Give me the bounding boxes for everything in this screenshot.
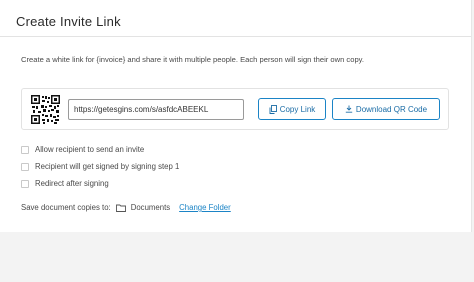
save-location-label: Save document copies to: — [21, 203, 111, 212]
dialog-header: Create Invite Link — [0, 0, 471, 37]
dialog-description: Create a white link for {invoice} and sh… — [21, 55, 365, 64]
invite-link-panel: Copy Link Download QR Code — [21, 88, 449, 130]
copy-link-label: Copy Link — [279, 104, 316, 114]
download-qr-label: Download QR Code — [355, 104, 428, 114]
option-label: Recipient will get signed by signing ste… — [35, 162, 180, 171]
option-signing-step[interactable]: Recipient will get signed by signing ste… — [21, 162, 179, 171]
redirect-checkbox[interactable] — [21, 179, 29, 188]
dialog-title: Create Invite Link — [16, 14, 121, 29]
option-label: Allow recipient to send an invite — [35, 145, 145, 154]
save-location-row: Save document copies to: Documents Chang… — [21, 203, 231, 212]
option-label: Redirect after signing — [35, 179, 109, 188]
folder-icon — [115, 204, 126, 212]
signing-step-checkbox[interactable] — [21, 162, 29, 171]
create-invite-link-dialog: Create Invite Link Create a white link f… — [0, 0, 472, 232]
change-folder-link[interactable]: Change Folder — [179, 203, 231, 212]
qr-code-icon — [31, 95, 60, 124]
allow-invite-checkbox[interactable] — [21, 145, 29, 154]
option-allow-invite[interactable]: Allow recipient to send an invite — [21, 145, 179, 154]
download-icon — [345, 105, 353, 113]
folder-name: Documents — [130, 203, 171, 212]
copy-icon — [269, 104, 277, 114]
invite-url-field[interactable] — [68, 99, 244, 120]
invite-options: Allow recipient to send an invite Recipi… — [21, 145, 179, 196]
option-redirect[interactable]: Redirect after signing — [21, 179, 179, 188]
copy-link-button[interactable]: Copy Link — [258, 98, 326, 120]
download-qr-button[interactable]: Download QR Code — [332, 98, 440, 120]
